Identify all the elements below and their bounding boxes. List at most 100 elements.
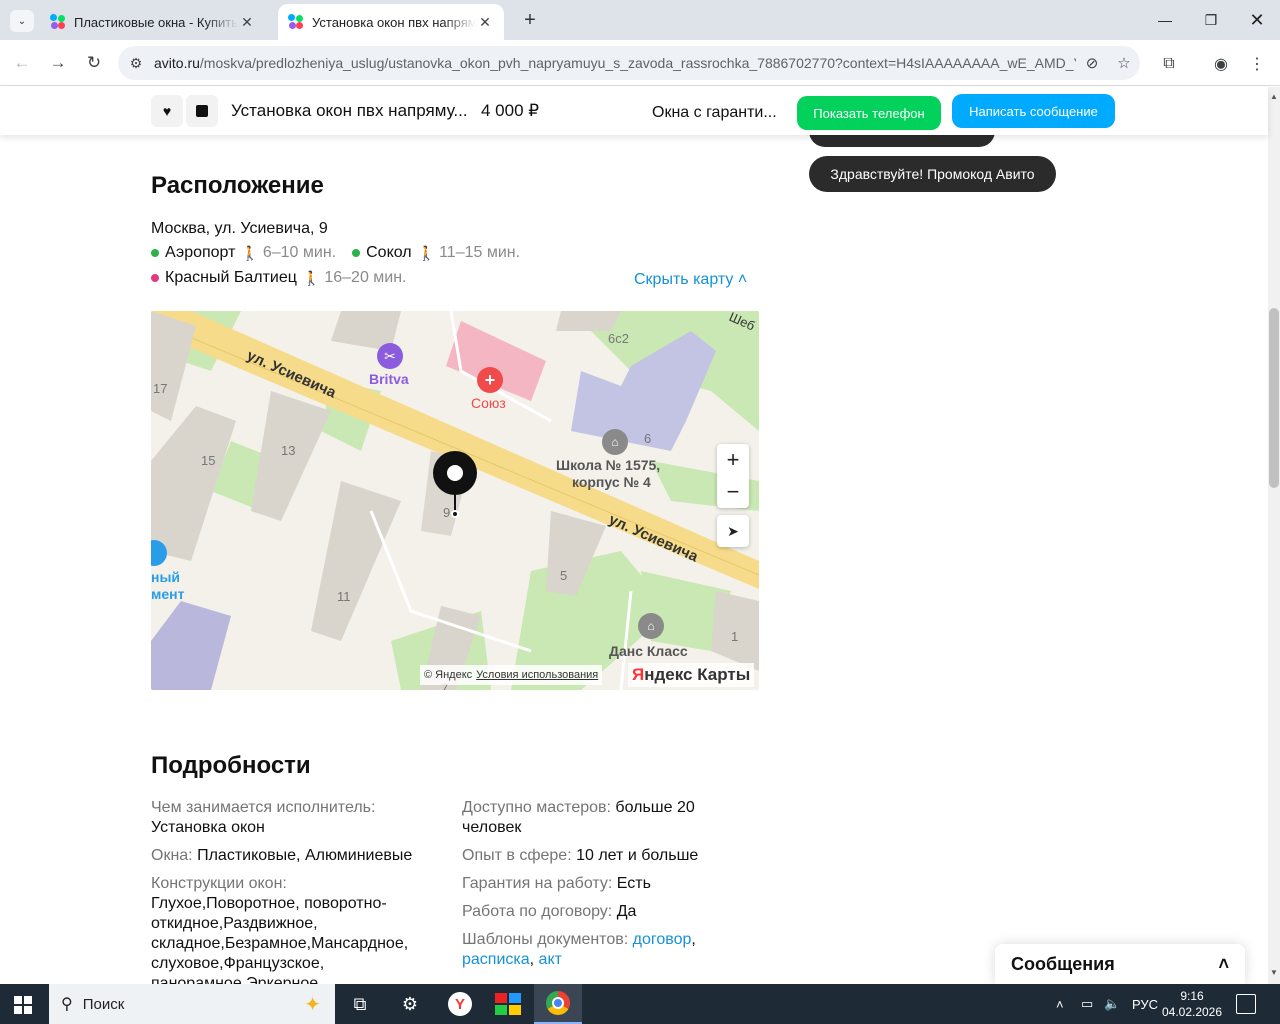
listing-price: 4 000 ₽ — [481, 101, 540, 120]
volume-icon[interactable]: 🔈 — [1104, 984, 1120, 1024]
template-contract-link[interactable]: договор — [633, 931, 692, 948]
extensions-puzzle-icon[interactable]: ⧉ — [1158, 53, 1180, 75]
copilot-sparkle-icon[interactable]: ✦ — [304, 992, 321, 1017]
building-number: 6с2 — [608, 331, 629, 346]
template-act-link[interactable]: акт — [539, 951, 562, 968]
window-close-icon[interactable]: ✕ — [1234, 0, 1280, 40]
metro-time: 6–10 мин. — [262, 244, 337, 261]
close-icon[interactable]: ✕ — [238, 14, 256, 31]
menu-kebab-icon[interactable]: ⋮ — [1246, 53, 1268, 75]
address-bar[interactable]: ⚙ avito.ru/moskva/predlozheniya_uslug/us… — [118, 46, 1140, 80]
metro-time: 16–20 мин. — [324, 269, 407, 286]
minimize-icon[interactable]: — — [1142, 0, 1188, 40]
avito-favicon-icon — [50, 14, 66, 30]
tab-window-installation[interactable]: Установка окон пвх напрямую ✕ — [278, 4, 504, 40]
scroll-down-arrow-icon[interactable]: ▼ — [1270, 968, 1278, 977]
system-clock[interactable]: 9:16 04.02.2026 — [1160, 988, 1224, 1020]
terms-link[interactable]: Условия использования — [476, 669, 598, 681]
chrome-browser-icon[interactable] — [534, 984, 582, 1024]
poi-label[interactable]: корпус № 4 — [572, 474, 651, 490]
input-language[interactable]: РУС — [1132, 984, 1158, 1024]
note-icon[interactable] — [186, 95, 218, 127]
reload-icon[interactable]: ↻ — [81, 50, 107, 76]
windows-start-icon[interactable] — [14, 996, 32, 1014]
kinopoisk-app-icon[interactable] — [484, 984, 532, 1024]
medical-cross-icon[interactable]: + — [477, 367, 503, 393]
details-left-column: Чем занимается исполнитель: Установка ок… — [151, 798, 441, 1002]
back-arrow-icon[interactable]: ← — [9, 50, 35, 76]
messages-panel[interactable]: Сообщения ˄ — [995, 944, 1245, 984]
tab-plastic-windows[interactable]: Пластиковые окна - Купить то ✕ — [40, 4, 266, 40]
detail-label: Опыт в сфере: — [462, 847, 572, 864]
scissors-icon[interactable]: ✂ — [377, 343, 403, 369]
tab-search-chevron-icon[interactable]: ⌄ — [10, 10, 34, 32]
listing-title: Установка окон пвх напряму... — [231, 101, 468, 120]
metro-row: Красный Балтиец 🚶 16–20 мин. — [151, 269, 423, 287]
url-text[interactable]: avito.ru/moskva/predlozheniya_uslug/usta… — [154, 55, 1076, 71]
logo-text: ндекс Карты — [644, 665, 751, 684]
building-number: 5 — [560, 568, 568, 583]
close-icon[interactable]: ✕ — [476, 14, 494, 31]
building-number: 13 — [281, 443, 296, 458]
poi-label[interactable]: ный — [151, 569, 180, 585]
building-number: 9 — [443, 505, 451, 520]
detail-label: Окна: — [151, 847, 193, 864]
site-settings-icon[interactable]: ⚙ — [118, 55, 154, 72]
tray-chevron-up-icon[interactable]: ˄ — [1056, 984, 1064, 1024]
profile-avatar-icon[interactable]: ◉ — [1210, 53, 1232, 75]
chevron-up-icon[interactable]: ˄ — [1218, 954, 1229, 975]
sticky-listing-header: ♥ Установка окон пвх напряму... 4 000 ₽ … — [0, 87, 1268, 135]
page-scrollbar[interactable] — [1268, 87, 1280, 984]
template-receipt-link[interactable]: расписка — [462, 951, 530, 968]
poi-label[interactable]: Школа № 1575, — [556, 457, 660, 473]
walking-icon: 🚶 — [417, 244, 436, 261]
forward-arrow-icon[interactable]: → — [45, 50, 71, 76]
restore-icon[interactable]: ❐ — [1188, 0, 1234, 40]
metro-line-dot — [151, 274, 159, 282]
taskbar-search-box[interactable]: ⚲ Поиск ✦ — [49, 984, 335, 1024]
yandex-maps-logo[interactable]: Яндекс Карты — [628, 663, 755, 687]
building-number: 15 — [201, 453, 216, 468]
location-pin-icon[interactable] — [433, 451, 477, 495]
show-phone-button[interactable]: Показать телефон — [797, 96, 941, 130]
favorite-heart-icon[interactable]: ♥ — [151, 95, 183, 127]
task-view-icon[interactable]: ⧉ — [336, 984, 384, 1024]
tracking-blocked-eye-icon[interactable]: ⊘ — [1076, 54, 1108, 72]
building-number: 6 — [644, 431, 652, 446]
windows-taskbar: ⚲ Поиск ✦ ⧉ ⚙ Y ˄ ▭ 🔈 РУС 9:16 04.02.202… — [0, 984, 1280, 1024]
logo-letter: Я — [632, 665, 645, 684]
metro-row: Аэропорт 🚶 6–10 мин. Сокол 🚶 11–15 мин. — [151, 244, 536, 262]
detail-label: Шаблоны документов: — [462, 931, 629, 948]
poi-label[interactable]: Союз — [471, 395, 506, 411]
search-icon: ⚲ — [61, 996, 73, 1013]
school-icon[interactable]: ⌂ — [602, 429, 628, 455]
geolocation-arrow-icon[interactable]: ➤ — [717, 515, 749, 547]
scroll-up-arrow-icon[interactable]: ▲ — [1270, 92, 1278, 101]
write-message-button[interactable]: Написать сообщение — [952, 94, 1115, 128]
settings-gear-icon[interactable]: ⚙ — [386, 984, 434, 1024]
metro-line-dot — [151, 249, 159, 257]
zoom-in-button[interactable]: + — [717, 444, 749, 476]
notifications-icon[interactable] — [1236, 994, 1256, 1014]
zoom-out-button[interactable]: − — [717, 476, 749, 508]
quick-reply-chip[interactable]: Здравствуйте! Промокод Авито — [809, 156, 1056, 192]
poi-label[interactable]: мент — [151, 586, 184, 602]
bookmark-star-icon[interactable]: ☆ — [1108, 54, 1140, 72]
metro-name: Аэропорт — [165, 244, 236, 261]
poi-label[interactable]: Данс Класс — [609, 643, 688, 659]
tab-title: Пластиковые окна - Купить то — [74, 14, 238, 30]
building-number: 1 — [731, 629, 739, 644]
hide-map-link[interactable]: Скрыть карту ˄ — [634, 271, 747, 289]
address-text: Москва, ул. Усиевича, 9 — [151, 220, 328, 237]
detail-row: Гарантия на работу: Есть — [462, 874, 752, 894]
yandex-browser-icon[interactable]: Y — [436, 984, 484, 1024]
location-heading: Расположение — [151, 172, 324, 199]
poi-label[interactable]: Britva — [369, 371, 409, 387]
yandex-map[interactable]: ул. Усиевича ул. Усиевича Шеб ✂ Britva +… — [151, 311, 759, 690]
detail-label: Чем занимается исполнитель: — [151, 799, 376, 816]
school-icon[interactable]: ⌂ — [638, 613, 664, 639]
network-icon[interactable]: ▭ — [1081, 984, 1093, 1024]
walking-icon: 🚶 — [302, 269, 321, 286]
scrollbar-thumb[interactable] — [1269, 308, 1279, 488]
new-tab-plus-icon[interactable]: + — [518, 8, 542, 32]
